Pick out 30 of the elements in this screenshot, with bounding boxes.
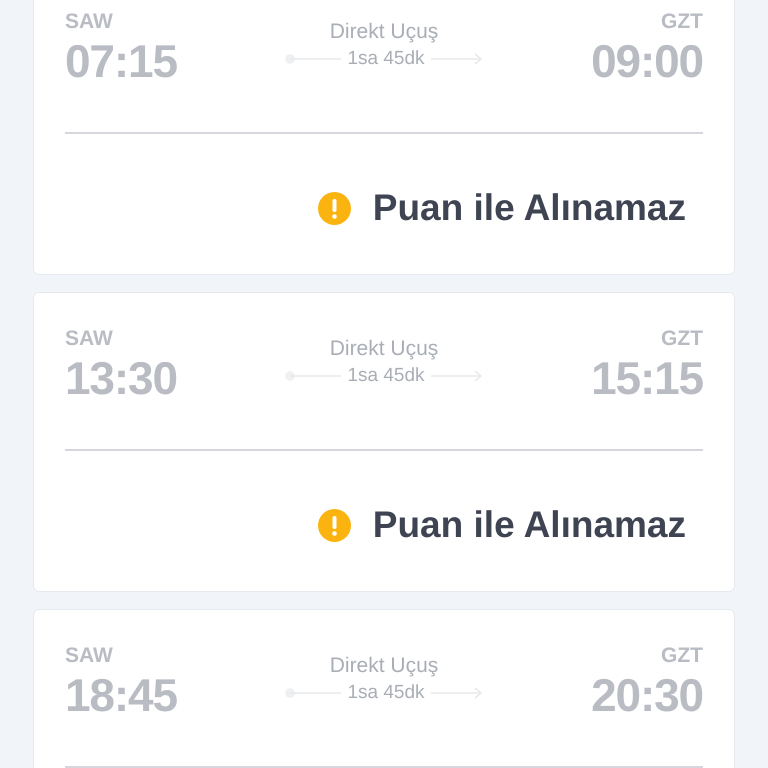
points-notice: Puan ile Alınamaz xyxy=(372,503,686,547)
departure-time: 07:15 xyxy=(65,35,177,87)
arrival-time: 09:00 xyxy=(591,35,703,87)
route-start-icon xyxy=(285,688,342,698)
flight-type: Direkt Uçuş xyxy=(330,336,438,362)
flight-type: Direkt Uçuş xyxy=(330,19,438,45)
flight-type: Direkt Uçuş xyxy=(330,653,438,679)
arrow-icon xyxy=(430,53,483,65)
arrow-icon xyxy=(430,687,483,699)
warning-icon xyxy=(318,508,351,542)
arrival-time: 20:30 xyxy=(591,669,703,721)
warning-icon xyxy=(318,192,351,224)
flight-card[interactable]: SAW 13:30 Direkt Uçuş 1sa 45dk GZT 15:15 Puan ile Alınamaz xyxy=(33,292,735,592)
flight-card[interactable]: SAW 07:15 Direkt Uçuş 1sa 45dk GZT 09:00 Puan ile Alınamaz xyxy=(33,0,735,275)
arrival-airport: GZT xyxy=(661,326,703,352)
departure-airport: SAW xyxy=(65,9,114,35)
departure-time: 13:30 xyxy=(65,352,177,404)
route-start-icon xyxy=(285,371,342,381)
flight-duration: 1sa 45dk xyxy=(347,681,425,705)
arrow-icon xyxy=(430,370,483,382)
flight-duration: 1sa 45dk xyxy=(347,364,425,388)
route-start-icon xyxy=(285,54,342,64)
departure-time: 18:45 xyxy=(65,669,177,721)
points-notice: Puan ile Alınamaz xyxy=(372,186,686,230)
arrival-airport: GZT xyxy=(661,643,703,669)
departure-airport: SAW xyxy=(65,326,114,352)
arrival-time: 15:15 xyxy=(591,352,703,404)
flight-duration: 1sa 45dk xyxy=(347,47,425,71)
arrival-airport: GZT xyxy=(661,9,703,35)
departure-airport: SAW xyxy=(65,643,114,669)
